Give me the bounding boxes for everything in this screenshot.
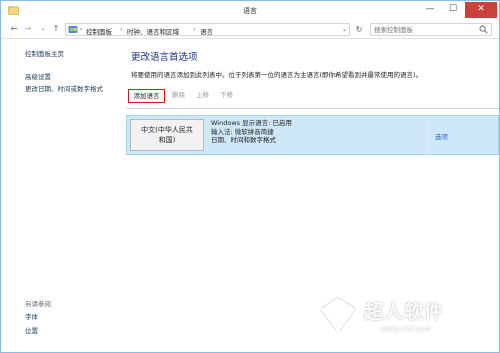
language-list: 中文(中华人民共 和国) Windows 显示语言: 已启用 输入法: 微软拼音简… [126,108,499,308]
remove-language-button[interactable]: 删除 [172,89,185,103]
recent-locations-button[interactable]: ⌄ [38,24,48,34]
control-panel-icon [68,26,78,33]
breadcrumb-clock-language-region[interactable]: 时钟、语言和区域 [127,26,179,36]
address-dropdown-button[interactable]: ⌄ [342,26,347,33]
language-detail-input-method: 输入法: 微软拼音简捷 [211,127,274,136]
watermark: 超人软件 www.crxz.com [316,291,496,351]
move-down-button[interactable]: 下移 [220,89,233,103]
sidebar-item-change-date-time-format[interactable]: 更改日期、时间或数字格式 [25,83,103,93]
up-button[interactable]: ↑ [51,24,61,34]
title-bar: 语言 — ☐ ✕ [1,1,499,20]
see-also-fonts-link[interactable]: 字体 [25,311,38,321]
diamond-logo-icon [318,295,358,336]
forward-button[interactable]: → [23,24,33,34]
language-detail-format: 日期、时间和数字格式 [211,136,276,144]
refresh-button[interactable]: ↻ [353,24,365,35]
control-panel-window: 语言 — ☐ ✕ ← → ⌄ ↑ › 控制面板 › 时钟、语言和区域 › 语言 … [0,0,500,353]
add-language-button[interactable]: 添加语言 [128,89,165,103]
language-name-line1: 中文(中华人民共 [141,126,193,134]
close-button[interactable]: ✕ [465,2,497,18]
language-details: Windows 显示语言: 已启用 输入法: 微软拼音简捷 日期、时间和数字格式 [211,119,292,145]
page-title: 更改语言首选项 [131,52,198,63]
search-input[interactable] [374,25,474,35]
maximize-button[interactable]: ☐ [442,2,464,18]
back-button[interactable]: ← [9,24,19,34]
page-description: 将要使用的语言添加到此列表中。位于列表第一位的语言为主语言(即你希望看到并最常使… [131,71,423,79]
see-also-location-link[interactable]: 位置 [25,325,38,335]
language-name: 中文(中华人民共 和国) [131,125,203,145]
address-bar-row: ← → ⌄ ↑ › 控制面板 › 时钟、语言和区域 › 语言 ⌄ ↻ [1,20,499,39]
address-field[interactable]: › 控制面板 › 时钟、语言和区域 › 语言 ⌄ [65,23,350,36]
search-box [370,23,492,36]
breadcrumb-separator: › [80,26,83,33]
column-divider [427,116,428,156]
watermark-text: 超人软件 [364,301,445,323]
breadcrumb-control-panel[interactable]: 控制面板 [86,26,112,36]
see-also-heading: 另请参阅 [25,300,51,308]
search-icon[interactable] [479,25,488,34]
minimize-button[interactable]: — [419,2,441,18]
breadcrumb-separator: › [120,26,123,33]
sidebar-item-advanced-settings[interactable]: 高级设置 [25,71,51,81]
breadcrumb-separator: › [193,26,196,33]
breadcrumb-language[interactable]: 语言 [200,26,213,36]
language-detail-display: Windows 显示语言: 已启用 [211,119,292,127]
move-up-button[interactable]: 上移 [196,89,209,103]
sidebar-item-control-panel-home[interactable]: 控制面板主页 [25,48,64,58]
language-options-link[interactable]: 选项 [435,131,448,141]
language-name-tile: 中文(中华人民共 和国) [130,119,204,151]
watermark-url: www.crxz.com [380,325,431,333]
language-name-line2: 和国) [158,136,176,144]
sidebar: 控制面板主页 高级设置 更改日期、时间或数字格式 另请参阅 字体 位置 [1,39,111,352]
language-row-chinese[interactable]: 中文(中华人民共 和国) Windows 显示语言: 已启用 输入法: 微软拼音简… [126,115,499,156]
